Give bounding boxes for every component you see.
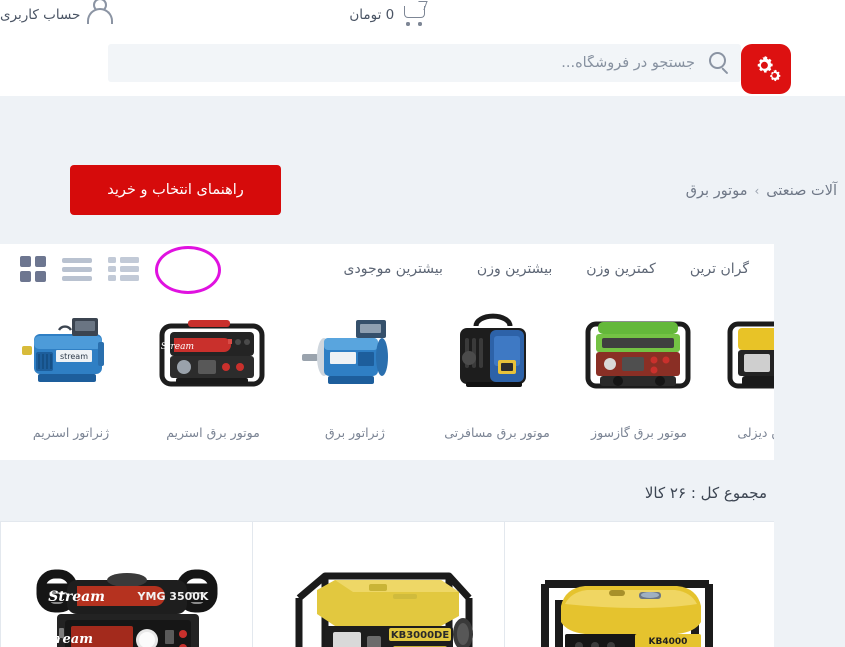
blue-inverter-generator-image — [438, 306, 556, 410]
cart-amount: 0 تومان — [349, 7, 395, 23]
black-red-portable-generator-image: Stream — [154, 306, 272, 410]
sort-option-highest-weight[interactable]: بیشترین وزن — [460, 261, 569, 277]
green-gas-generator-image — [580, 306, 698, 410]
product-card[interactable]: Stream YMG 3500K Stream — [0, 522, 252, 647]
sort-option-lowest-weight[interactable]: کمترین وزن — [569, 261, 673, 277]
svg-text:KB3000DE: KB3000DE — [390, 630, 449, 641]
cart-widget[interactable]: 0 تومان — [349, 0, 428, 26]
search-input[interactable] — [108, 55, 695, 71]
person-icon — [87, 0, 114, 25]
category-label: موتور برق دیزلی — [737, 425, 774, 440]
search-icon — [707, 51, 730, 75]
svg-text:Stream: Stream — [48, 589, 105, 605]
category-item-generator-stream[interactable]: stream ژنراتور استریم — [0, 294, 142, 460]
category-label: ژنراتور برق — [325, 425, 385, 440]
category-item-diesel-generator[interactable]: KB4000 موتور برق دیزلی — [710, 294, 774, 460]
gears-logo-icon — [757, 56, 781, 82]
top-utility-bar: حساب کاربری 0 تومان — [0, 0, 845, 30]
account-link[interactable]: حساب کاربری — [0, 0, 114, 25]
category-item-motor-bargh-stream[interactable]: Stream موتور برق استریم — [142, 294, 284, 460]
total-products-count: مجموع کل : ۲۶ کالا — [644, 484, 767, 502]
search-band — [0, 30, 845, 96]
svg-text:Stream: Stream — [161, 342, 194, 352]
product-card[interactable]: KB3000DE — [252, 522, 504, 647]
svg-text:KB4000: KB4000 — [648, 637, 687, 647]
yellow-kb3000de-generator-image: KB3000DE — [273, 554, 485, 647]
view-mode-toggle — [14, 256, 140, 282]
sort-option-most-expensive[interactable]: گران ترین — [673, 261, 766, 277]
breadcrumb: آلات صنعتی › موتور برق — [686, 160, 837, 222]
breadcrumb-item-category[interactable]: آلات صنعتی — [766, 183, 837, 199]
blue-generator-stream-image: stream — [12, 306, 130, 410]
category-label: موتور برق استریم — [166, 425, 260, 440]
category-carousel[interactable]: stream ژنراتور استریم Stream موتور برق ا… — [0, 294, 774, 460]
sort-option-most-available[interactable]: بیشترین موجودی — [327, 261, 460, 277]
svg-text:YMG 3500K: YMG 3500K — [136, 590, 208, 603]
account-label: حساب کاربری — [0, 7, 81, 23]
site-logo[interactable] — [741, 44, 791, 94]
product-card[interactable]: KB4000 PORTABLE GENERATOR — [504, 522, 756, 647]
svg-text:stream: stream — [60, 352, 88, 361]
shopping-cart-icon — [403, 0, 428, 26]
chevron-left-icon: › — [754, 184, 760, 198]
grid-view-icon[interactable] — [20, 256, 46, 282]
breadcrumb-item-subcategory[interactable]: موتور برق — [686, 183, 748, 199]
category-label: موتور برق گازسوز — [591, 425, 687, 440]
sort-options: گران ترین کمترین وزن بیشترین وزن بیشترین… — [327, 261, 766, 277]
results-summary-row: مجموع کل : ۲۶ کالا — [0, 466, 774, 520]
category-item-travel-generator[interactable]: موتور برق مسافرتی — [426, 294, 568, 460]
category-label: موتور برق مسافرتی — [444, 425, 550, 440]
category-item-generator-bargh[interactable]: ژنراتور برق — [284, 294, 426, 460]
yellow-portable-generator-image: KB4000 PORTABLE GENERATOR — [525, 554, 737, 647]
blue-alternator-image — [296, 306, 414, 410]
stream-ymg-3500k-black-generator-image: Stream YMG 3500K Stream — [21, 554, 233, 647]
buying-guide-button[interactable]: راهنمای انتخاب و خرید — [70, 165, 281, 215]
product-grid: Stream YMG 3500K Stream KB3000DE KB4000 — [0, 521, 774, 647]
search-submit-button[interactable] — [695, 44, 741, 82]
list-detail-view-icon[interactable] — [108, 257, 140, 281]
breadcrumb-row: آلات صنعتی › موتور برق راهنمای انتخاب و … — [0, 160, 845, 222]
page-root: حساب کاربری 0 تومان جستجو در فروشگاه... … — [0, 0, 845, 647]
sort-and-view-toolbar: گران ترین کمترین وزن بیشترین وزن بیشترین… — [0, 244, 774, 294]
search-box[interactable] — [108, 44, 741, 82]
yellow-diesel-generator-image: KB4000 — [722, 306, 774, 410]
category-label: ژنراتور استریم — [32, 425, 110, 440]
list-view-icon[interactable] — [62, 257, 92, 281]
category-item-gas-generator[interactable]: موتور برق گازسوز — [568, 294, 710, 460]
svg-text:Stream: Stream — [40, 632, 93, 647]
